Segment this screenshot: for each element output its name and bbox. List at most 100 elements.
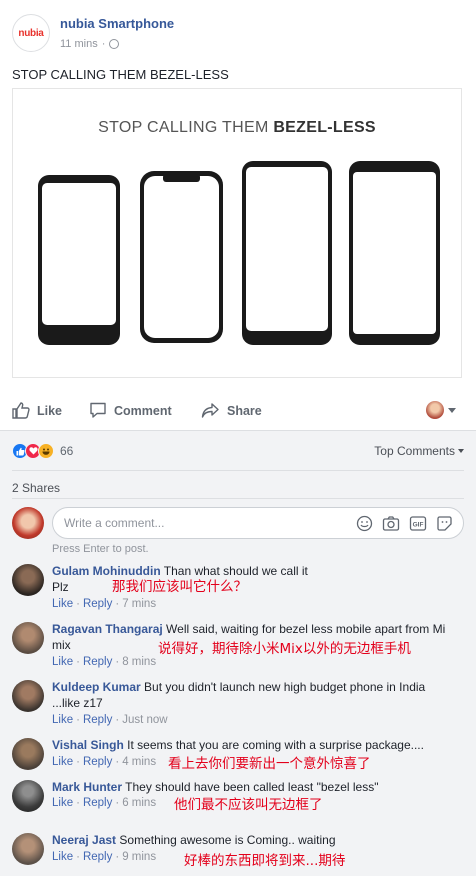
post-text: STOP CALLING THEM BEZEL-LESS bbox=[12, 67, 229, 82]
post-header: nubia nubia Smartphone 11 mins · bbox=[12, 12, 462, 54]
comment-actions: Like · Reply · 7 mins bbox=[52, 598, 157, 610]
camera-icon[interactable] bbox=[382, 515, 400, 532]
image-title-plain: STOP CALLING THEM bbox=[98, 119, 274, 136]
shares-link[interactable]: 2 Shares bbox=[12, 481, 60, 495]
reactions-summary[interactable]: 66 bbox=[12, 443, 73, 459]
comment-like-link[interactable]: Like bbox=[52, 797, 73, 809]
current-user-avatar bbox=[12, 507, 44, 539]
react-as-selector[interactable] bbox=[426, 401, 456, 419]
like-button[interactable]: Like bbox=[12, 402, 62, 419]
image-title-bold: BEZEL-LESS bbox=[273, 119, 376, 136]
share-label: Share bbox=[227, 403, 262, 418]
commenter-avatar[interactable] bbox=[12, 833, 44, 865]
comment-time[interactable]: 7 mins bbox=[122, 598, 156, 610]
comment-time[interactable]: 6 mins bbox=[122, 797, 156, 809]
commenter-avatar[interactable] bbox=[12, 738, 44, 770]
post-image[interactable]: STOP CALLING THEM BEZEL-LESS bbox=[12, 88, 462, 378]
haha-reaction-icon bbox=[38, 443, 54, 459]
commenter-avatar[interactable] bbox=[12, 680, 44, 712]
comment-text-line-2: Plz bbox=[52, 580, 69, 594]
commenter-name[interactable]: Vishal Singh bbox=[52, 738, 124, 752]
comment-like-link[interactable]: Like bbox=[52, 714, 73, 726]
composer-icons: GIF bbox=[356, 515, 453, 532]
comment-body: Vishal Singh It seems that you are comin… bbox=[52, 737, 464, 753]
comment-time[interactable]: 8 mins bbox=[122, 656, 156, 668]
meta-separator: · bbox=[101, 38, 106, 50]
translation-annotation: 说得好，期待除小米Mix以外的无边框手机 bbox=[158, 641, 411, 657]
comment-like-link[interactable]: Like bbox=[52, 656, 73, 668]
phones-illustration bbox=[38, 161, 440, 345]
gif-icon[interactable]: GIF bbox=[409, 515, 427, 532]
comment-item: Ragavan Thangaraj Well said, waiting for… bbox=[12, 621, 464, 673]
commenter-name[interactable]: Ragavan Thangaraj bbox=[52, 622, 163, 636]
viewer-avatar bbox=[426, 401, 444, 419]
post-timestamp[interactable]: 11 mins bbox=[60, 38, 98, 50]
page-avatar[interactable]: nubia bbox=[12, 14, 50, 52]
translation-annotation: 看上去你们要新出一个意外惊喜了 bbox=[168, 756, 371, 772]
comment-composer: GIF bbox=[12, 505, 464, 541]
comment-button[interactable]: Comment bbox=[89, 402, 172, 419]
comment-text: It seems that you are coming with a surp… bbox=[127, 738, 424, 752]
comment-box[interactable]: GIF bbox=[52, 507, 464, 539]
comment-reply-link[interactable]: Reply bbox=[83, 756, 112, 768]
comment-text-line-2: ...like z17 bbox=[52, 696, 103, 710]
comment-time[interactable]: 9 mins bbox=[122, 851, 156, 863]
top-comments-label: Top Comments bbox=[374, 444, 455, 458]
comment-actions: Like · Reply · Just now bbox=[52, 714, 168, 726]
like-label: Like bbox=[37, 403, 63, 418]
comment-time[interactable]: 4 mins bbox=[122, 756, 156, 768]
comment-text: Something awesome is Coming.. waiting bbox=[119, 833, 336, 847]
thumbs-up-icon bbox=[12, 402, 30, 419]
share-button[interactable]: Share bbox=[201, 402, 262, 419]
comments-area: 66 Top Comments 2 Shares GIF Press Enter… bbox=[0, 430, 476, 876]
comment-actions: Like · Reply · 8 mins bbox=[52, 656, 157, 668]
emoji-icon[interactable] bbox=[356, 515, 373, 532]
comment-item: Kuldeep Kumar But you didn't launch new … bbox=[12, 679, 464, 731]
comment-reply-link[interactable]: Reply bbox=[83, 797, 112, 809]
commenter-name[interactable]: Kuldeep Kumar bbox=[52, 680, 141, 694]
comment-item: Vishal Singh It seems that you are comin… bbox=[12, 737, 464, 777]
reaction-count: 66 bbox=[60, 444, 74, 458]
comment-reply-link[interactable]: Reply bbox=[83, 598, 112, 610]
top-comments-dropdown[interactable]: Top Comments bbox=[374, 444, 464, 458]
comment-item: Mark Hunter They should have been called… bbox=[12, 779, 464, 819]
page-name-link[interactable]: nubia Smartphone bbox=[60, 16, 174, 31]
translation-annotation: 那我们应该叫它什么？ bbox=[112, 579, 247, 595]
comment-body: Neeraj Jast Something awesome is Coming.… bbox=[52, 832, 464, 848]
commenter-avatar[interactable] bbox=[12, 622, 44, 654]
post-action-bar: Like Comment Share bbox=[0, 394, 476, 428]
image-title: STOP CALLING THEM BEZEL-LESS bbox=[13, 119, 461, 137]
translation-annotation: 他们最不应该叫无边框了 bbox=[174, 797, 323, 813]
comment-input[interactable] bbox=[64, 514, 334, 532]
comment-reply-link[interactable]: Reply bbox=[83, 656, 112, 668]
commenter-avatar[interactable] bbox=[12, 564, 44, 596]
comment-actions: Like · Reply · 6 mins bbox=[52, 797, 157, 809]
comment-reply-link[interactable]: Reply bbox=[83, 714, 112, 726]
comment-body: Kuldeep Kumar But you didn't launch new … bbox=[52, 679, 464, 711]
comment-like-link[interactable]: Like bbox=[52, 756, 73, 768]
comment-time[interactable]: Just now bbox=[122, 714, 167, 726]
comment-reply-link[interactable]: Reply bbox=[83, 851, 112, 863]
sticker-icon[interactable] bbox=[436, 515, 453, 532]
comment-item: Neeraj Jast Something awesome is Coming.… bbox=[12, 832, 464, 872]
divider bbox=[12, 470, 464, 471]
comment-text: They should have been called least "beze… bbox=[125, 780, 379, 794]
comment-item: Gulam Mohinuddin Than what should we cal… bbox=[12, 563, 464, 615]
comment-label: Comment bbox=[114, 403, 172, 418]
commenter-avatar[interactable] bbox=[12, 780, 44, 812]
page-logo-text: nubia bbox=[18, 27, 44, 39]
commenter-name[interactable]: Neeraj Jast bbox=[52, 833, 116, 847]
chevron-down-icon bbox=[448, 407, 456, 413]
comment-actions: Like · Reply · 9 mins bbox=[52, 851, 157, 863]
press-enter-hint: Press Enter to post. bbox=[52, 543, 149, 555]
comment-text-line-2: mix bbox=[52, 638, 71, 652]
divider bbox=[12, 498, 464, 499]
globe-icon bbox=[109, 39, 120, 49]
comment-like-link[interactable]: Like bbox=[52, 598, 73, 610]
comment-actions: Like · Reply · 4 mins bbox=[52, 756, 157, 768]
comment-like-link[interactable]: Like bbox=[52, 851, 73, 863]
chevron-down-icon bbox=[458, 449, 464, 453]
commenter-name[interactable]: Mark Hunter bbox=[52, 780, 122, 794]
translation-annotation: 好棒的东西即将到来...期待 bbox=[184, 853, 346, 869]
comment-text: Well said, waiting for bezel less mobile… bbox=[166, 622, 446, 636]
